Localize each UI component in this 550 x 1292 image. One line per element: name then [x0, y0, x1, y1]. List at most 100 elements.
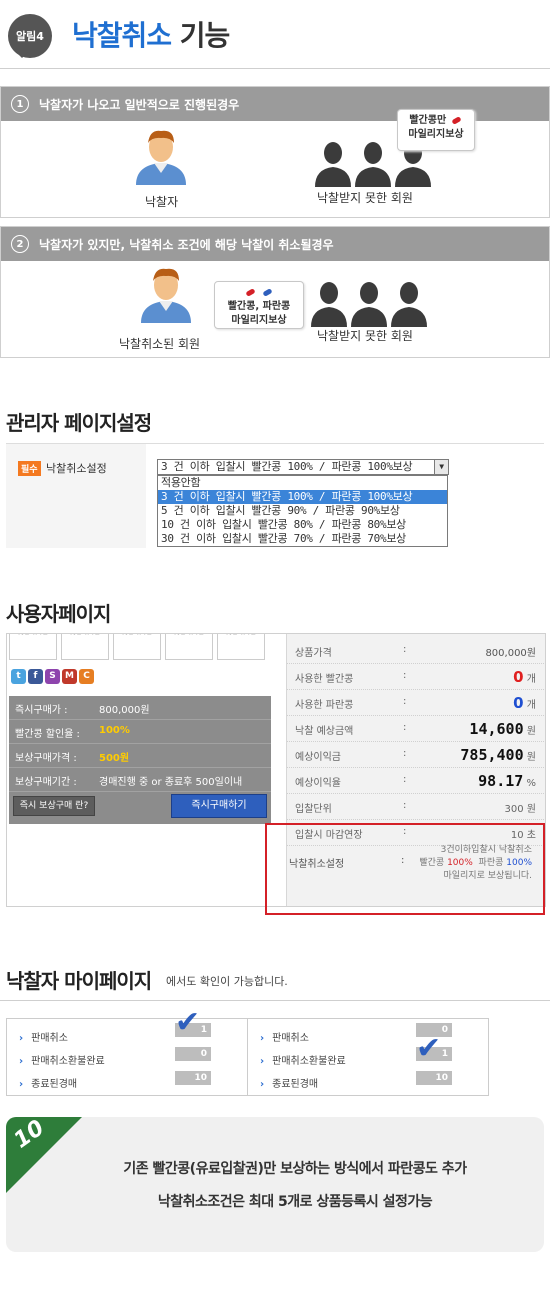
scenario-number: 1: [11, 95, 29, 113]
mypage-divider: [0, 1000, 550, 1001]
instant-reward-info-button[interactable]: 즉시 보상구매 란?: [13, 796, 95, 816]
info-row: 상품가격: 800,000원: [287, 638, 545, 664]
row-value: 98.17 %: [478, 772, 536, 790]
note-line-1: 기존 빨간콩(유료입찰권)만 보상하는 방식에서 파란콩도 추가: [123, 1161, 467, 1177]
row-value: 경매진행 중 or 종료후 500일이내: [99, 777, 243, 788]
row-colon: :: [403, 774, 407, 785]
me2day-icon[interactable]: M: [62, 669, 77, 684]
thumbnail[interactable]: NO IMG: [9, 634, 57, 660]
red-bean-icon: [450, 116, 462, 125]
expected-profit: 785,400: [460, 746, 524, 764]
cancel-setting-label: 낙찰취소설정: [289, 859, 345, 870]
mypage-box-1: › 판매취소 1 › 판매취소환불완료 0 › 종료된경매 10 ✔: [6, 1005, 248, 1096]
select-option-highlighted[interactable]: 3 건 이하 입찰시 빨간콩 100% / 파란콩 100%보상: [158, 490, 447, 504]
other-members-icon: [311, 282, 427, 327]
select-option[interactable]: 30 건 이하 입찰시 빨간콩 70% / 파란콩 70%보상: [158, 532, 447, 546]
scenario-2-bar: 2 낙찰자가 있지만, 낙찰취소 조건에 해당 낙찰이 취소될경우: [1, 227, 549, 261]
cancel-line-1: 3건이하입찰시 낙찰취소: [440, 845, 532, 855]
count-badge: 10: [416, 1071, 452, 1085]
title-rest: 기능: [171, 19, 231, 52]
thumbnail[interactable]: NO IMG: [61, 634, 109, 660]
list-item[interactable]: › 판매취소환불완료: [260, 1052, 346, 1067]
instant-buy-panel: 즉시구매가 : 800,000원 빨간콩 할인율 : 100% 보상구매가격 : 50…: [9, 696, 271, 824]
blue-bean-label: 파란콩: [478, 858, 504, 868]
info-row: 빨간콩 할인율 : 100%: [9, 720, 271, 744]
twitter-icon[interactable]: t: [11, 669, 26, 684]
notice-badge: 알림4: [8, 14, 52, 58]
instant-buy-button[interactable]: 즉시구매하기: [171, 794, 267, 818]
row-label: 예상이익율: [295, 778, 341, 789]
user-section-title: 사용자페이지: [6, 602, 111, 626]
row-colon: :: [403, 722, 407, 733]
page-title: 낙찰취소 기능: [72, 14, 231, 54]
select-option[interactable]: 5 건 이하 입찰시 빨간콩 90% / 파란콩 90%보상: [158, 504, 447, 518]
row-colon: :: [403, 644, 407, 655]
badge-label: 알림4: [16, 30, 44, 43]
list-item[interactable]: › 종료된경매: [260, 1075, 318, 1090]
header-divider: [0, 68, 550, 69]
chevron-right-icon: ›: [19, 1056, 24, 1067]
thumbnail[interactable]: NO IMG: [217, 634, 265, 660]
list-item[interactable]: › 판매취소: [19, 1029, 68, 1044]
share-icon[interactable]: S: [45, 669, 60, 684]
list-item[interactable]: › 판매취소: [260, 1029, 309, 1044]
blue-bean-count: 0: [513, 694, 524, 712]
chevron-right-icon: ›: [260, 1079, 265, 1090]
select-option[interactable]: 10 건 이하 입찰시 빨간콩 80% / 파란콩 80%보상: [158, 518, 447, 532]
item-label: 종료된경매: [272, 1079, 319, 1090]
winner-person-icon: [136, 130, 186, 185]
chevron-right-icon: ›: [260, 1056, 265, 1067]
row-label: 상품가격: [295, 648, 332, 659]
chevron-right-icon: ›: [19, 1079, 24, 1090]
blue-bean-percent: 100%: [506, 858, 532, 868]
unit: 개: [526, 700, 536, 711]
admin-section-title: 관리자 페이지설정: [6, 411, 152, 435]
select-current-value: 3 건 이하 입찰시 빨간콩 100% / 파란콩 100%보상: [161, 460, 413, 473]
facebook-icon[interactable]: f: [28, 669, 43, 684]
cyworld-icon[interactable]: C: [79, 669, 94, 684]
info-row: 사용한 파란콩: 0 개: [287, 690, 545, 716]
info-row: 예상이익금: 785,400 원: [287, 742, 545, 768]
thumbnail[interactable]: NO IMG: [113, 634, 161, 660]
info-row: 즉시구매가 : 800,000원: [9, 696, 271, 720]
row-value: 500원: [99, 753, 130, 764]
unit: 원: [526, 752, 536, 763]
cancel-setting-select[interactable]: 3 건 이하 입찰시 빨간콩 100% / 파란콩 100%보상 ▼: [157, 459, 449, 475]
row-value: 800,000원: [99, 705, 150, 716]
row-label: 즉시구매가 :: [15, 705, 68, 716]
list-item[interactable]: › 종료된경매: [19, 1075, 77, 1090]
expected-profit-rate: 98.17: [478, 772, 524, 790]
info-row: 사용한 빨간콩: 0 개: [287, 664, 545, 690]
row-label: 낙찰 예상금액: [295, 726, 354, 737]
info-row: 예상이익율: 98.17 %: [287, 768, 545, 794]
mypage-box-2: › 판매취소 0 › 판매취소환불완료 1 › 종료된경매 10 ✔: [247, 1018, 489, 1096]
info-row: 입찰단위: 300 원: [287, 794, 545, 820]
select-option[interactable]: 적용안함: [158, 476, 447, 490]
blue-bean-icon: [262, 288, 273, 297]
reward-bubble-1: 빨간콩만 마일리지보상: [397, 109, 475, 151]
expected-price: 14,600: [469, 720, 524, 738]
thumbnail[interactable]: NO IMG: [165, 634, 213, 660]
bubble-2-line-2: 마일리지보상: [231, 315, 287, 326]
list-item[interactable]: › 판매취소환불완료: [19, 1052, 105, 1067]
item-label: 종료된경매: [31, 1079, 78, 1090]
row-label: 예상이익금: [295, 752, 341, 763]
unit: %: [526, 778, 536, 789]
cancel-line-2: 빨간콩 100% 파란콩 100%: [402, 857, 532, 870]
row-colon: :: [403, 800, 407, 811]
red-bean-percent: 100%: [447, 858, 473, 868]
checkmark-icon: ✔: [175, 1005, 201, 1040]
chevron-down-icon[interactable]: ▼: [434, 460, 448, 474]
row-label: 빨간콩 할인율 :: [15, 729, 80, 740]
item-label: 판매취소: [31, 1033, 68, 1044]
row-label: 보상구매기간 :: [15, 777, 77, 788]
unit: 원: [526, 726, 536, 737]
count-badge: 0: [175, 1047, 211, 1061]
mypage-subtitle: 에서도 확인이 가능합니다.: [166, 975, 288, 988]
title-highlight: 낙찰취소: [72, 19, 172, 52]
others-caption: 낙찰받지 못한 회원: [317, 191, 413, 205]
row-colon: :: [403, 696, 407, 707]
bubble-2-line-1: 빨간콩, 파란콩: [227, 301, 291, 312]
cancel-setting-value: 3건이하입찰시 낙찰취소 빨간콩 100% 파란콩 100% 마일리지로 보상됩…: [402, 844, 532, 883]
scenario-1-title: 낙찰자가 나오고 일반적으로 진행된경우: [39, 97, 240, 112]
